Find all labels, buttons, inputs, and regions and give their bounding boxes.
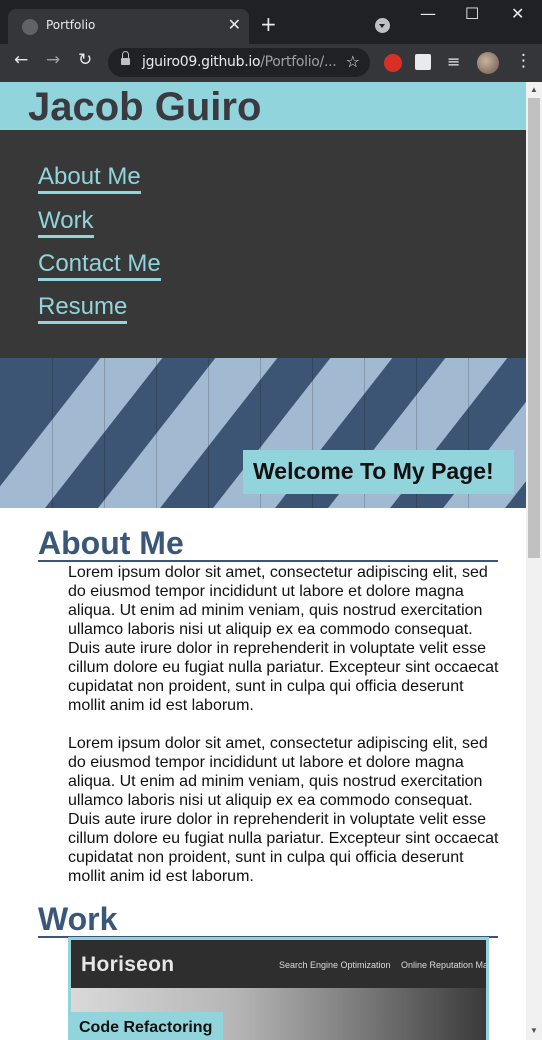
url-text: jguiro09.github.io/Portfolio/... xyxy=(142,54,337,70)
tab-title: Portfolio xyxy=(46,18,96,32)
reload-icon[interactable]: ↻ xyxy=(78,50,92,70)
browser-tab[interactable]: Portfolio ✕ xyxy=(8,9,249,44)
site-nav: About Me Work Contact Me Resume xyxy=(0,130,526,358)
kebab-menu-icon[interactable]: ⋮ xyxy=(515,51,532,71)
hero-banner: Welcome To My Page! xyxy=(0,358,526,508)
scroll-up-icon[interactable]: ▲ xyxy=(530,85,538,94)
about-paragraph-1: Lorem ipsum dolor sit amet, consectetur … xyxy=(68,564,499,714)
about-heading: About Me xyxy=(38,526,498,562)
site-header: Jacob Guiro xyxy=(0,82,526,130)
work-heading: Work xyxy=(38,902,498,938)
welcome-text: Welcome To My Page! xyxy=(253,458,494,484)
page-viewport: Jacob Guiro About Me Work Contact Me Res… xyxy=(0,82,526,1040)
media-queue-icon[interactable]: ≡ xyxy=(447,52,460,71)
work-card[interactable]: Horiseon Search Engine Optimization Onli… xyxy=(68,937,489,1040)
forward-arrow-icon[interactable]: → xyxy=(46,50,60,70)
nav-link-resume[interactable]: Resume xyxy=(38,293,128,324)
screenshot-nav-item: Search Engine Optimization xyxy=(279,960,391,970)
puzzle-icon[interactable] xyxy=(415,54,431,70)
nav-link-contact[interactable]: Contact Me xyxy=(38,250,161,281)
window-close-icon[interactable]: ✕ xyxy=(511,4,524,23)
back-arrow-icon[interactable]: ← xyxy=(14,50,28,70)
address-bar[interactable]: jguiro09.github.io/Portfolio/... ☆ xyxy=(108,48,370,77)
screenshot-nav-item: Online Reputation Ma xyxy=(401,960,486,970)
star-icon[interactable]: ☆ xyxy=(346,52,360,71)
about-paragraph-2: Lorem ipsum dolor sit amet, consectetur … xyxy=(68,735,499,885)
url-path: /Portfolio/... xyxy=(260,54,337,70)
lock-icon xyxy=(121,51,130,67)
globe-icon xyxy=(22,19,38,35)
hero-plank-line xyxy=(104,358,105,508)
tab-search-icon[interactable] xyxy=(375,18,390,33)
maximize-icon[interactable]: ☐ xyxy=(465,4,479,23)
extension-block-icon[interactable] xyxy=(384,54,402,72)
screenshot-header: Horiseon Search Engine Optimization Onli… xyxy=(71,940,486,988)
browser-titlebar: Portfolio ✕ + — ☐ ✕ xyxy=(0,0,542,44)
close-icon[interactable]: ✕ xyxy=(228,15,241,34)
hero-plank-line xyxy=(52,358,53,508)
page-scrollbar[interactable]: ▲ ▼ xyxy=(526,82,542,1040)
plus-icon[interactable]: + xyxy=(260,12,277,36)
welcome-badge: Welcome To My Page! xyxy=(243,450,514,494)
url-host: jguiro09.github.io xyxy=(142,54,261,70)
work-card-label[interactable]: Code Refactoring xyxy=(68,1012,224,1040)
hero-plank-line xyxy=(208,358,209,508)
hero-plank-line xyxy=(156,358,157,508)
profile-avatar[interactable] xyxy=(477,52,499,74)
scroll-down-icon[interactable]: ▼ xyxy=(530,1026,538,1035)
nav-link-about[interactable]: About Me xyxy=(38,163,141,194)
nav-link-work[interactable]: Work xyxy=(38,207,94,238)
site-title: Jacob Guiro xyxy=(28,85,262,129)
scrollbar-thumb[interactable] xyxy=(528,98,540,558)
browser-toolbar: ← → ↻ jguiro09.github.io/Portfolio/... ☆… xyxy=(0,44,542,82)
screenshot-brand: Horiseon xyxy=(81,953,175,976)
minimize-icon[interactable]: — xyxy=(420,4,436,23)
